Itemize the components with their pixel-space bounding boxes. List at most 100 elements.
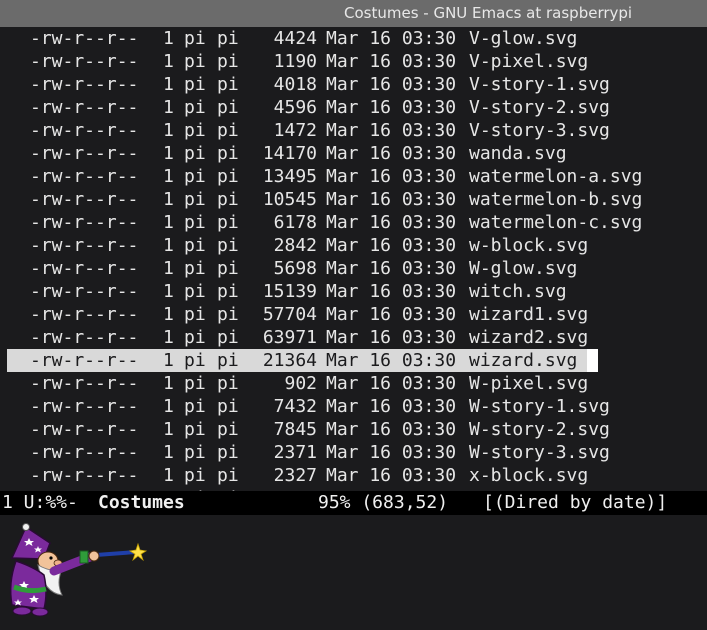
- file-permissions: -rw-r--r--: [30, 373, 139, 394]
- file-permissions: -rw-r--r--: [30, 166, 139, 187]
- file-permissions: -rw-r--r--: [30, 143, 139, 164]
- dired-line[interactable]: -rw-r--r-- 1 pi pi 14170 Mar 16 03:30 wanda.sv…: [0, 142, 707, 165]
- file-owner: pi: [184, 442, 206, 463]
- file-date: Mar 16 03:30: [326, 74, 457, 95]
- minibuffer[interactable]: [0, 515, 707, 630]
- dired-line[interactable]: -rw-r--r-- 1 pi pi 1472 Mar 16 03:30 V-story-3…: [0, 119, 707, 142]
- dired-line[interactable]: -rw-r--r-- 1 pi pi 15139 Mar 16 03:30 witch.sv…: [0, 280, 707, 303]
- file-permissions: -rw-r--r--: [30, 120, 139, 141]
- file-links: 1: [163, 304, 174, 325]
- file-owner: pi: [184, 419, 206, 440]
- file-name[interactable]: V-pixel.svg: [469, 50, 588, 73]
- file-size: 21364: [262, 350, 317, 371]
- file-size: 7845: [273, 419, 317, 440]
- file-date: Mar 16 03:30: [326, 212, 457, 233]
- file-owner: pi: [184, 235, 206, 256]
- file-permissions: -rw-r--r--: [30, 465, 139, 486]
- file-owner: pi: [184, 189, 206, 210]
- modeline-position: 95% (683,52): [318, 492, 449, 513]
- file-name[interactable]: V-story-3.svg: [469, 119, 610, 142]
- dired-line[interactable]: -rw-r--r-- 1 pi pi 4424 Mar 16 03:30 V-glow.sv…: [0, 27, 707, 50]
- dired-line[interactable]: -rw-r--r-- 1 pi pi 63971 Mar 16 03:30 wizard2.…: [0, 326, 707, 349]
- file-permissions: -rw-r--r--: [30, 258, 139, 279]
- file-group: pi: [217, 74, 239, 95]
- wizard-sprite-icon: [9, 523, 148, 617]
- file-links: 1: [163, 51, 174, 72]
- file-name[interactable]: W-story-1.svg: [469, 395, 610, 418]
- file-links: 1: [163, 419, 174, 440]
- dired-line[interactable]: -rw-r--r-- 1 pi pi 10545 Mar 16 03:30 watermel…: [0, 188, 707, 211]
- file-links: 1: [163, 97, 174, 118]
- file-date: Mar 16 03:30: [326, 235, 457, 256]
- dired-line[interactable]: -rw-r--r-- 1 pi pi 13495 Mar 16 03:30 watermel…: [0, 165, 707, 188]
- file-size: 902: [284, 373, 317, 394]
- dired-line[interactable]: -rw-r--r-- 1 pi pi 902 Mar 16 03:30 W-pixel.sv…: [0, 372, 707, 395]
- file-name[interactable]: W-glow.svg: [469, 257, 577, 280]
- file-size: 4424: [273, 28, 317, 49]
- file-name[interactable]: w-block.svg: [469, 234, 588, 257]
- modeline-buffer-name[interactable]: Costumes: [98, 491, 185, 515]
- file-group: pi: [217, 350, 239, 371]
- file-permissions: -rw-r--r--: [30, 396, 139, 417]
- file-owner: pi: [184, 143, 206, 164]
- dired-line[interactable]: -rw-r--r-- 1 pi pi 1190 Mar 16 03:30 V-pixel.s…: [0, 50, 707, 73]
- file-name[interactable]: V-story-1.svg: [469, 73, 610, 96]
- file-name[interactable]: wanda.svg: [469, 142, 567, 165]
- file-links: 1: [163, 143, 174, 164]
- window-title: Costumes - GNU Emacs at raspberrypi: [344, 4, 633, 22]
- file-name[interactable]: W-story-2.svg: [469, 418, 610, 441]
- file-name[interactable]: wizard2.svg: [469, 326, 588, 349]
- file-name[interactable]: watermelon-c.svg: [469, 211, 642, 234]
- dired-line[interactable]: -rw-r--r-- 1 pi pi 2327 Mar 16 03:30 x-block.s…: [0, 464, 707, 487]
- file-size: 15139: [262, 281, 317, 302]
- modeline-status: 1 U:%%-: [2, 492, 78, 513]
- file-group: pi: [217, 281, 239, 302]
- file-owner: pi: [184, 258, 206, 279]
- dired-line[interactable]: -rw-r--r-- 1 pi pi 4018 Mar 16 03:30 V-story-1…: [0, 73, 707, 96]
- file-name[interactable]: W-story-3.svg: [469, 441, 610, 464]
- modeline-major-mode[interactable]: [(Dired by date)]: [483, 491, 667, 515]
- file-date: Mar 16 03:30: [326, 166, 457, 187]
- file-name[interactable]: V-glow.svg: [469, 27, 577, 50]
- file-permissions: -rw-r--r--: [30, 97, 139, 118]
- file-date: Mar 16 03:30: [326, 51, 457, 72]
- file-name[interactable]: watermelon-b.svg: [469, 188, 642, 211]
- file-name[interactable]: W-pixel.svg: [469, 372, 588, 395]
- file-date: Mar 16 03:30: [326, 419, 457, 440]
- dired-line[interactable]: -rw-r--r-- 1 pi pi 7845 Mar 16 03:30 W-story-2…: [0, 418, 707, 441]
- file-name[interactable]: wizard.svg: [469, 349, 577, 372]
- dired-line[interactable]: -rw-r--r-- 1 pi pi 4596 Mar 16 03:30 V-story-2…: [0, 96, 707, 119]
- dired-line[interactable]: -rw-r--r-- 1 pi pi 2842 Mar 16 03:30 w-block.s…: [0, 234, 707, 257]
- text-cursor: [587, 349, 598, 372]
- dired-line[interactable]: -rw-r--r-- 1 pi pi 57704 Mar 16 03:30 wizard1.…: [0, 303, 707, 326]
- file-links: 1: [163, 465, 174, 486]
- file-permissions: -rw-r--r--: [30, 235, 139, 256]
- file-group: pi: [217, 51, 239, 72]
- file-group: pi: [217, 166, 239, 187]
- mode-line[interactable]: 1 U:%%- Costumes 95% (683,52) [(Dired by…: [0, 491, 707, 515]
- file-links: 1: [163, 373, 174, 394]
- file-name[interactable]: V-story-2.svg: [469, 96, 610, 119]
- file-permissions: -rw-r--r--: [30, 304, 139, 325]
- dired-line-current[interactable]: -rw-r--r-- 1 pi pi 21364 Mar 16 03:30 wizard.s…: [7, 349, 598, 372]
- file-name[interactable]: wizard1.svg: [469, 303, 588, 326]
- file-size: 63971: [262, 327, 317, 348]
- file-links: 1: [163, 235, 174, 256]
- file-links: 1: [163, 258, 174, 279]
- dired-line[interactable]: -rw-r--r-- 1 pi pi 2371 Mar 16 03:30 W-story-3…: [0, 441, 707, 464]
- file-owner: pi: [184, 120, 206, 141]
- file-name[interactable]: witch.svg: [469, 280, 567, 303]
- file-name[interactable]: watermelon-a.svg: [469, 165, 642, 188]
- dired-line[interactable]: -rw-r--r-- 1 pi pi 5698 Mar 16 03:30 W-glow.sv…: [0, 257, 707, 280]
- dired-line[interactable]: -rw-r--r-- 1 pi pi 6178 Mar 16 03:30 watermelo…: [0, 211, 707, 234]
- file-size: 2327: [273, 465, 317, 486]
- file-permissions: -rw-r--r--: [30, 350, 139, 371]
- file-date: Mar 16 03:30: [326, 143, 457, 164]
- file-size: 10545: [262, 189, 317, 210]
- dired-buffer[interactable]: -rw-r--r-- 1 pi pi 4424 Mar 16 03:30 V-glow.sv…: [0, 27, 707, 491]
- dired-line[interactable]: -rw-r--r-- 1 pi pi 7432 Mar 16 03:30 W-story-1…: [0, 395, 707, 418]
- file-name[interactable]: x-block.svg: [469, 464, 588, 487]
- file-links: 1: [163, 327, 174, 348]
- window-titlebar[interactable]: Costumes - GNU Emacs at raspberrypi: [0, 0, 707, 27]
- file-size: 6178: [273, 212, 317, 233]
